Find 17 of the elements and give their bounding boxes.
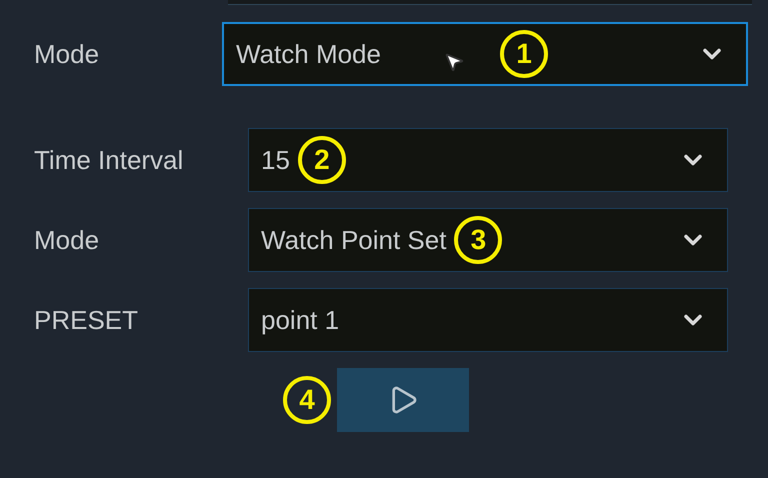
- field-value: 15: [261, 144, 290, 176]
- callout-number: 2: [298, 136, 346, 184]
- field-value: Watch Mode: [236, 38, 381, 70]
- field-label: Mode: [33, 224, 100, 256]
- dropdown-field[interactable]: 15 2: [248, 128, 728, 192]
- callout-number: 4: [283, 376, 331, 424]
- dropdown-field[interactable]: point 1: [248, 288, 728, 352]
- dropdown-field[interactable]: Watch Mode 1: [222, 22, 748, 86]
- field-value: Watch Point Set: [261, 224, 446, 256]
- callout-number: 1: [500, 30, 548, 78]
- field-label: Time Interval: [33, 144, 184, 176]
- field-value: point 1: [261, 304, 340, 336]
- field-label: Mode: [33, 38, 100, 70]
- dropdown-field[interactable]: Watch Point Set 3: [248, 208, 728, 272]
- play-button[interactable]: [337, 368, 469, 432]
- field-label: PRESET: [33, 304, 140, 336]
- callout-number: 3: [454, 216, 502, 264]
